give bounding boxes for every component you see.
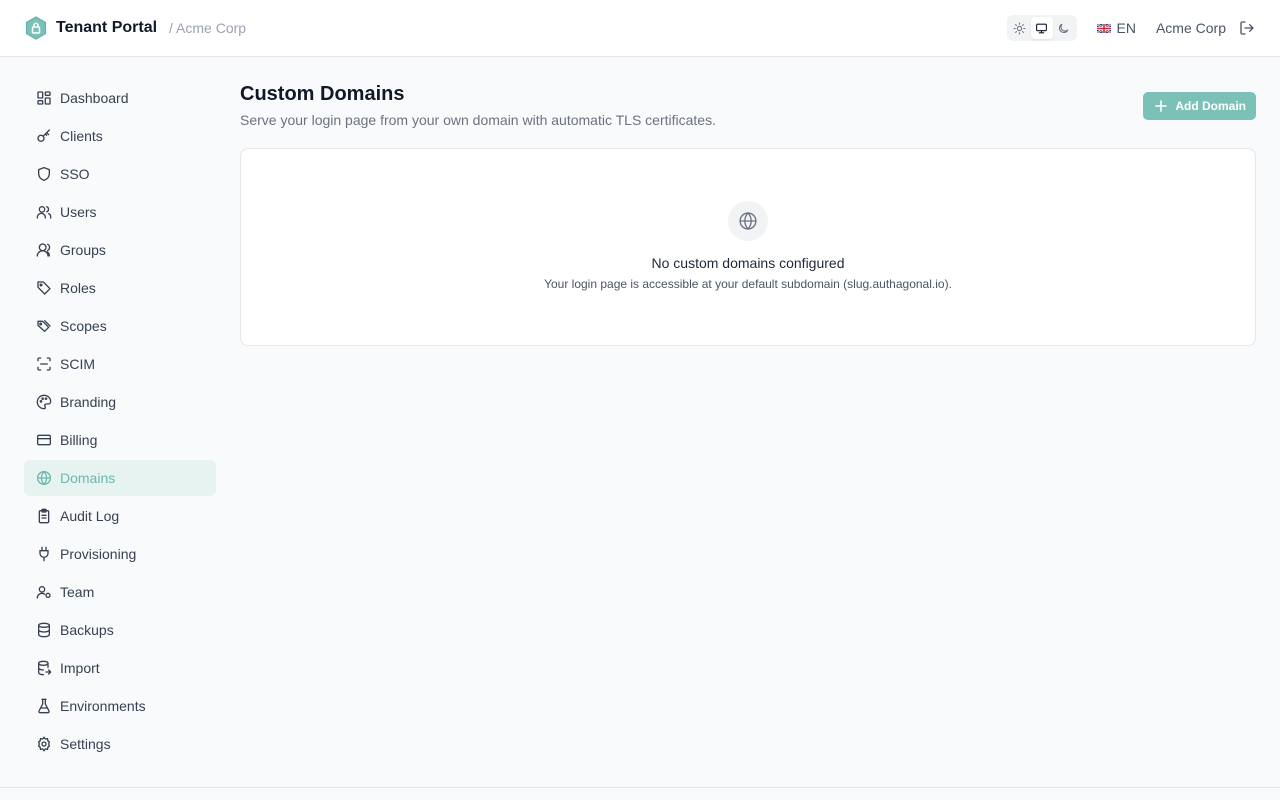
flask-icon bbox=[36, 698, 52, 714]
monitor-icon bbox=[1036, 23, 1047, 33]
credit-card-icon bbox=[36, 432, 52, 448]
sidebar-item-label: Team bbox=[60, 584, 95, 600]
language-label: EN bbox=[1116, 20, 1136, 36]
footer-divider bbox=[0, 787, 1280, 788]
sidebar-item-groups[interactable]: Groups bbox=[24, 232, 216, 268]
sidebar-item-environments[interactable]: Environments bbox=[24, 688, 216, 724]
user-cog-icon bbox=[36, 584, 52, 600]
add-domain-label: Add Domain bbox=[1175, 99, 1246, 113]
sidebar-item-label: SCIM bbox=[60, 356, 95, 372]
sidebar-item-label: Backups bbox=[60, 622, 114, 638]
dashboard-icon bbox=[36, 90, 52, 106]
sidebar-item-label: Environments bbox=[60, 698, 146, 714]
breadcrumb: / Acme Corp bbox=[169, 20, 247, 36]
empty-state-description: Your login page is accessible at your de… bbox=[544, 277, 952, 291]
sidebar-item-settings[interactable]: Settings bbox=[24, 726, 216, 762]
plug-icon bbox=[36, 546, 52, 562]
group-icon bbox=[36, 242, 52, 258]
sidebar-item-label: SSO bbox=[60, 166, 90, 182]
sidebar-item-label: Domains bbox=[60, 470, 116, 486]
sidebar-item-label: Audit Log bbox=[60, 508, 120, 524]
sidebar-item-team[interactable]: Team bbox=[24, 574, 216, 610]
sidebar-item-clients[interactable]: Clients bbox=[24, 118, 216, 154]
database-import-icon bbox=[36, 660, 52, 676]
clipboard-icon bbox=[36, 508, 52, 524]
sidebar-item-audit-log[interactable]: Audit Log bbox=[24, 498, 216, 534]
sun-icon bbox=[1013, 22, 1026, 34]
shield-icon bbox=[36, 166, 52, 182]
main-content: Custom Domains Serve your login page fro… bbox=[240, 80, 1256, 346]
palette-icon bbox=[36, 394, 52, 410]
gear-icon bbox=[36, 736, 52, 752]
empty-state-card: No custom domains configured Your login … bbox=[240, 148, 1256, 346]
sidebar-item-scopes[interactable]: Scopes bbox=[24, 308, 216, 344]
sidebar-item-import[interactable]: Import bbox=[24, 650, 216, 686]
dark-theme-button[interactable] bbox=[1053, 17, 1075, 39]
sidebar-item-backups[interactable]: Backups bbox=[24, 612, 216, 648]
sidebar-item-provisioning[interactable]: Provisioning bbox=[24, 536, 216, 572]
globe-icon bbox=[36, 470, 52, 486]
sidebar-item-label: Branding bbox=[60, 394, 117, 410]
sidebar-item-domains[interactable]: Domains bbox=[24, 460, 216, 496]
sidebar-item-label: Roles bbox=[60, 280, 96, 296]
tags-icon bbox=[36, 318, 52, 334]
sidebar-item-label: Users bbox=[60, 204, 97, 220]
key-icon bbox=[36, 128, 52, 144]
sidebar-item-label: Provisioning bbox=[60, 546, 137, 562]
system-theme-button[interactable] bbox=[1030, 17, 1053, 39]
sidebar-item-label: Clients bbox=[60, 128, 103, 144]
database-icon bbox=[36, 622, 52, 638]
tag-icon bbox=[36, 280, 52, 296]
sidebar-item-label: Dashboard bbox=[60, 90, 129, 106]
page-subtitle: Serve your login page from your own doma… bbox=[240, 112, 716, 128]
sidebar-nav: Dashboard Clients SSO Users Groups Roles bbox=[24, 80, 216, 764]
plus-icon bbox=[1155, 100, 1168, 112]
sidebar-item-label: Import bbox=[60, 660, 100, 676]
sidebar-item-scim[interactable]: SCIM bbox=[24, 346, 216, 382]
moon-icon bbox=[1058, 23, 1069, 33]
sidebar-item-users[interactable]: Users bbox=[24, 194, 216, 230]
scan-icon bbox=[36, 356, 52, 372]
logout-button[interactable] bbox=[1238, 19, 1256, 37]
add-domain-button[interactable]: Add Domain bbox=[1143, 92, 1256, 120]
sidebar-item-label: Billing bbox=[60, 432, 98, 448]
globe-icon bbox=[728, 201, 768, 241]
users-icon bbox=[36, 204, 52, 220]
uk-flag-icon bbox=[1096, 23, 1111, 33]
sidebar-item-dashboard[interactable]: Dashboard bbox=[24, 80, 216, 116]
shield-lock-logo-icon bbox=[24, 16, 48, 40]
theme-toggle bbox=[1006, 15, 1077, 41]
light-theme-button[interactable] bbox=[1009, 17, 1031, 39]
sidebar-item-roles[interactable]: Roles bbox=[24, 270, 216, 306]
sidebar-item-billing[interactable]: Billing bbox=[24, 422, 216, 458]
sidebar-item-branding[interactable]: Branding bbox=[24, 384, 216, 420]
page-title: Custom Domains bbox=[240, 83, 405, 105]
sidebar-item-sso[interactable]: SSO bbox=[24, 156, 216, 192]
sidebar-item-label: Scopes bbox=[60, 318, 107, 334]
brand[interactable]: Tenant Portal bbox=[24, 16, 157, 40]
sidebar-item-label: Groups bbox=[60, 242, 106, 258]
language-selector[interactable]: EN bbox=[1096, 20, 1136, 36]
empty-state-title: No custom domains configured bbox=[651, 255, 845, 271]
logout-icon bbox=[1240, 21, 1254, 35]
sidebar-item-label: Settings bbox=[60, 736, 111, 752]
top-bar: Tenant Portal / Acme Corp EN Acme Corp bbox=[0, 0, 1280, 57]
app-title: Tenant Portal bbox=[56, 19, 158, 36]
org-name[interactable]: Acme Corp bbox=[1156, 20, 1226, 36]
